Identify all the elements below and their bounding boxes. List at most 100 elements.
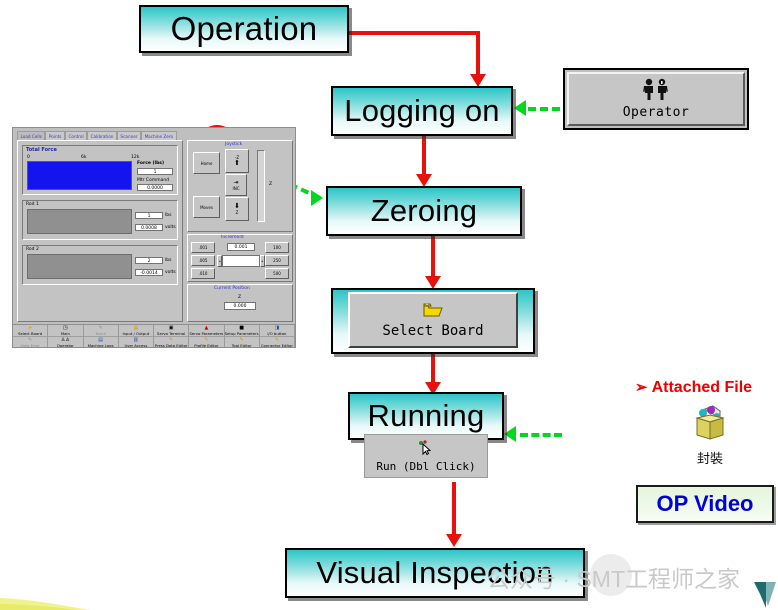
tab-control-label: Control	[68, 133, 84, 139]
increment-field[interactable]	[222, 255, 260, 267]
increment-btn-001[interactable]: .001	[191, 242, 215, 253]
press-control-application-window[interactable]: Load Cells Points Control Calibration Sc…	[12, 127, 296, 348]
toolbar-machine-logs[interactable]: ▤ Machine Logs	[84, 337, 119, 348]
tab-calibration[interactable]: Calibration	[87, 131, 117, 140]
tab-calibration-label: Calibration	[90, 133, 114, 139]
toolbar-main[interactable]: ◳ Main	[48, 325, 84, 336]
increment-btn-500-label: 500	[273, 271, 281, 276]
connector-zeroing-to-selectboard	[431, 236, 435, 280]
rod1-lbs-value[interactable]: 1	[135, 212, 163, 219]
increment-spin-left[interactable]: ◂	[217, 255, 222, 267]
rod1-volts-unit: volts	[165, 225, 176, 230]
tab-points-label: Points	[48, 133, 62, 139]
flow-box-zeroing[interactable]: Zeroing	[326, 186, 522, 236]
tab-scanner-label: Scanner	[120, 133, 138, 139]
flowchart-canvas: Operation Logging on Zeroing Running Vis…	[0, 0, 778, 610]
toolbar-view-error[interactable]: ✎ View Error	[13, 337, 49, 348]
increment-spin-right[interactable]: ▸	[260, 255, 265, 267]
joystick-up-button[interactable]: -Z ⬆	[225, 149, 249, 173]
flow-box-running[interactable]: Running	[348, 392, 504, 440]
rod1-bar	[27, 209, 132, 234]
rod1-lbs-unit: lbs	[165, 213, 172, 218]
toolbar-servo-terminal[interactable]: ▣ Servo Terminal	[154, 325, 190, 336]
flow-box-operation[interactable]: Operation	[139, 5, 349, 53]
rod2-volts-value[interactable]: -0.0014	[135, 269, 163, 276]
increment-btn-500[interactable]: 500	[265, 268, 289, 279]
force-lbs-value[interactable]: 1	[137, 168, 173, 175]
flow-box-zeroing-label: Zeroing	[370, 193, 478, 228]
toolbar-servo-terminal-label: Servo Terminal	[157, 330, 186, 336]
total-force-scale-max: 12k	[131, 155, 140, 160]
arrow-bullet-icon: ➢	[635, 379, 648, 396]
toolbar-view-error-label: View Error	[20, 342, 40, 348]
increment-btn-250[interactable]: 250	[265, 255, 289, 266]
tab-points[interactable]: Points	[45, 131, 65, 140]
hint-run-to-running	[520, 433, 562, 437]
toolbar-press-data-editor-label: Press Data Editor	[154, 342, 188, 348]
joystick-inc-button[interactable]: ⇥ INC	[225, 174, 247, 196]
folder-open-icon	[423, 302, 443, 322]
op-video-button[interactable]: OP Video	[636, 485, 774, 523]
increment-btn-100[interactable]: 100	[265, 242, 289, 253]
toolbar-io-button-label: I/O button	[267, 330, 287, 336]
toolbar-machine-logs-label: Machine Logs	[87, 342, 114, 348]
toolbar-tool-editor[interactable]: ✎ Tool Editor	[225, 337, 260, 347]
toolbar-setup-parameters-label: Setup Parameters	[224, 330, 259, 336]
rod1-volts-value[interactable]: 0.0008	[135, 224, 163, 231]
toolbar-teach-label: Teach	[95, 330, 107, 336]
rod2-lbs-value[interactable]: 2	[135, 257, 163, 264]
toolbar-io-button[interactable]: ◨ I/O button	[260, 325, 295, 336]
run-dbl-click-button[interactable]: Run (Dbl Click)	[364, 434, 488, 478]
increment-btn-010[interactable]: .010	[191, 268, 215, 279]
increment-btn-005[interactable]: .005	[191, 255, 215, 266]
toolbar-user-access[interactable]: ▥ User Access	[119, 337, 154, 347]
joystick-down-button[interactable]: ⬇ Z	[225, 197, 249, 221]
toolbar-main-label: Main	[60, 330, 70, 336]
current-position-value[interactable]: 0.000	[224, 302, 256, 310]
operator-button[interactable]: Operator	[563, 68, 749, 130]
corner-decoration-left	[0, 592, 96, 610]
tab-control[interactable]: Control	[64, 131, 88, 140]
tab-load-cells-label: Load Cells	[20, 133, 42, 139]
connector-operation-down	[476, 31, 480, 75]
attached-file-item[interactable]: 封裝	[686, 404, 734, 467]
flow-box-logging-on[interactable]: Logging on	[331, 86, 513, 136]
toolbar-operator-label: Operator	[56, 342, 74, 348]
select-board-button[interactable]: Select Board	[348, 292, 518, 348]
watermark-text: 公众号 · SMT工程师之家	[487, 566, 740, 592]
app-toolbar-row-2[interactable]: ✎ View Error ♙♙ Operator ▤ Machine Logs ▥ Us…	[13, 336, 295, 348]
toolbar-input-output[interactable]: ▤ Input / Output	[119, 325, 154, 336]
increment-btn-005-label: .005	[198, 258, 208, 263]
tab-load-cells[interactable]: Load Cells	[17, 131, 46, 140]
tab-scanner[interactable]: Scanner	[116, 131, 142, 140]
toolbar-press-data-editor[interactable]: ✎ Press Data Editor	[154, 337, 190, 348]
flow-box-operation-label: Operation	[170, 10, 318, 47]
toolbar-servo-parameters[interactable]: ▲ Servo Parameters	[189, 325, 225, 336]
increment-value[interactable]: 0.001	[227, 243, 255, 251]
toolbar-operator[interactable]: ♙♙ Operator	[48, 337, 84, 348]
rod2-bar	[27, 254, 132, 279]
toolbar-profile-editor[interactable]: ✎ Profile Editor	[189, 337, 225, 347]
attached-file-heading-text: Attached File	[651, 379, 753, 396]
hint-operator-to-logging	[528, 107, 560, 111]
hint-arrow-running	[504, 426, 516, 442]
tab-machine-zero[interactable]: Machine Zero	[141, 131, 177, 140]
mtr-command-value[interactable]: 0.0000	[137, 184, 173, 191]
joystick-title: Joystick	[225, 142, 243, 147]
joystick-home-button[interactable]: Home	[193, 152, 220, 174]
toolbar-setup-parameters[interactable]: ■ Setup Parameters	[225, 325, 260, 336]
increment-btn-001-label: .001	[198, 245, 208, 250]
total-force-bar	[27, 161, 132, 190]
app-toolbar-row-1[interactable]: ▰ Select Board ◳ Main ✎ Teach ▤ Input / Outp…	[13, 324, 295, 336]
toolbar-teach[interactable]: ✎ Teach	[84, 325, 119, 336]
hint-arrow-logging-on	[514, 100, 526, 116]
joystick-moves-button[interactable]: Moves	[193, 196, 220, 218]
increment-btn-250-label: 250	[273, 258, 281, 263]
app-tab-bar[interactable]: Load Cells Points Control Calibration Sc…	[17, 131, 177, 140]
toolbar-select-board[interactable]: ▰ Select Board	[13, 325, 49, 336]
total-force-scale-min: 0	[27, 155, 30, 160]
toolbar-connector-editor[interactable]: ✎ Connector Editor	[260, 337, 295, 347]
joystick-axis-slider[interactable]	[257, 150, 265, 222]
arrow-up-icon: ⬆	[234, 159, 240, 167]
current-position-axis: Z	[238, 295, 242, 300]
